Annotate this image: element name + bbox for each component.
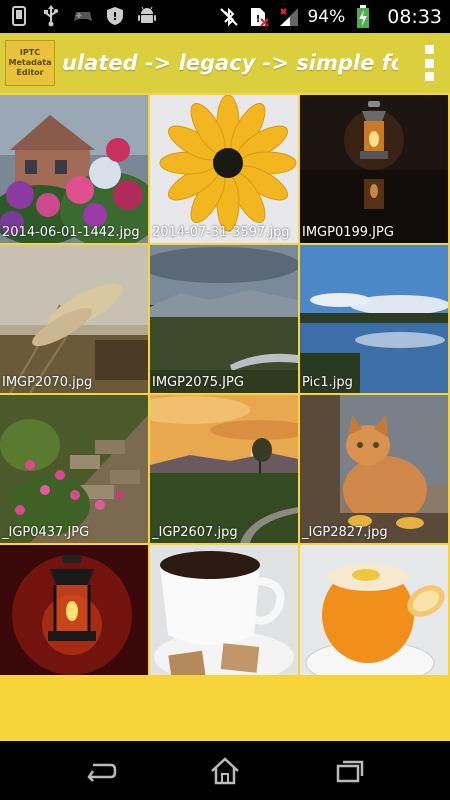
thumbnail-caption: IMGP0199.JPG <box>302 225 394 240</box>
svg-text:!: ! <box>256 14 261 25</box>
sim-alert-icon: ! <box>247 5 271 29</box>
thumbnail-caption: IMGP2075.JPG <box>152 375 244 390</box>
android-icon <box>136 4 158 28</box>
red-lantern-photo <box>0 545 148 675</box>
stone-wall-flowers-photo <box>0 395 148 543</box>
thumbnail-caption: 2014-07-31-3597.jpg <box>152 225 290 240</box>
bluetooth-muted-icon <box>217 5 241 29</box>
breadcrumb[interactable]: ulated -> legacy -> simple folder -> <box>62 33 398 93</box>
clock: 08:33 <box>387 5 442 28</box>
thumbnail-tile[interactable] <box>300 545 448 675</box>
thumbnail-tile[interactable]: IMGP2070.jpg <box>0 245 148 393</box>
recent-apps-icon[interactable] <box>330 751 370 791</box>
valley-photo <box>150 245 298 393</box>
svg-text:!: ! <box>112 10 117 23</box>
signal-icon <box>277 5 301 29</box>
battery-charging-icon <box>351 4 375 29</box>
thumbnail-tile[interactable]: IMGP2075.JPG <box>150 245 298 393</box>
shield-icon: ! <box>104 4 126 28</box>
status-bar: ! ! 94% 08:33 <box>0 0 450 33</box>
thumbnail-tile[interactable] <box>0 545 148 675</box>
sunflower-photo <box>150 95 298 243</box>
reeds-photo <box>0 245 148 393</box>
back-icon[interactable] <box>80 751 120 791</box>
thumbnail-tile[interactable]: IMGP0199.JPG <box>300 95 448 243</box>
app-logo[interactable]: IPTC Metadata Editor <box>5 40 55 86</box>
home-icon[interactable] <box>205 751 245 791</box>
logo-line-2: Metadata <box>8 58 52 67</box>
thumbnail-tile[interactable]: _IGP2607.jpg <box>150 395 298 543</box>
logo-line-1: IPTC <box>19 48 41 57</box>
coffee-photo <box>150 545 298 675</box>
thumbnail-caption: Pic1.jpg <box>302 375 353 390</box>
phone-icon <box>8 4 30 28</box>
sunset-field-photo <box>150 395 298 543</box>
navigation-bar <box>0 741 450 800</box>
thumbnail-tile[interactable]: 2014-06-01-1442.jpg <box>0 95 148 243</box>
thumbnail-grid: 2014-06-01-1442.jpg 2014-07-31-3597.jpg <box>0 93 450 677</box>
action-bar: IPTC Metadata Editor ulated -> legacy ->… <box>0 33 450 93</box>
thumbnail-tile[interactable]: _IGP0437.JPG <box>0 395 148 543</box>
thumbnail-caption: _IGP2827.jpg <box>302 525 388 540</box>
empty-area <box>0 677 450 741</box>
overflow-menu-icon[interactable] <box>422 45 436 81</box>
logo-line-3: Editor <box>16 68 44 77</box>
lantern-photo <box>300 95 448 243</box>
thumbnail-caption: IMGP2070.jpg <box>2 375 93 390</box>
thumbnail-tile[interactable]: 2014-07-31-3597.jpg <box>150 95 298 243</box>
orange-dessert-photo <box>300 545 448 675</box>
cat-photo <box>300 395 448 543</box>
thumbnail-tile[interactable]: _IGP2827.jpg <box>300 395 448 543</box>
battery-percent: 94% <box>307 6 346 27</box>
thumbnail-caption: 2014-06-01-1442.jpg <box>2 225 140 240</box>
lake-photo <box>300 245 448 393</box>
breadcrumb-path: ulated -> legacy -> simple folder -> <box>62 51 398 75</box>
game-controller-icon <box>72 4 94 28</box>
usb-icon <box>40 4 62 28</box>
flowers-photo <box>0 95 148 243</box>
thumbnail-tile[interactable] <box>150 545 298 675</box>
thumbnail-caption: _IGP0437.JPG <box>2 525 90 540</box>
thumbnail-tile[interactable]: Pic1.jpg <box>300 245 448 393</box>
thumbnail-caption: _IGP2607.jpg <box>152 525 238 540</box>
